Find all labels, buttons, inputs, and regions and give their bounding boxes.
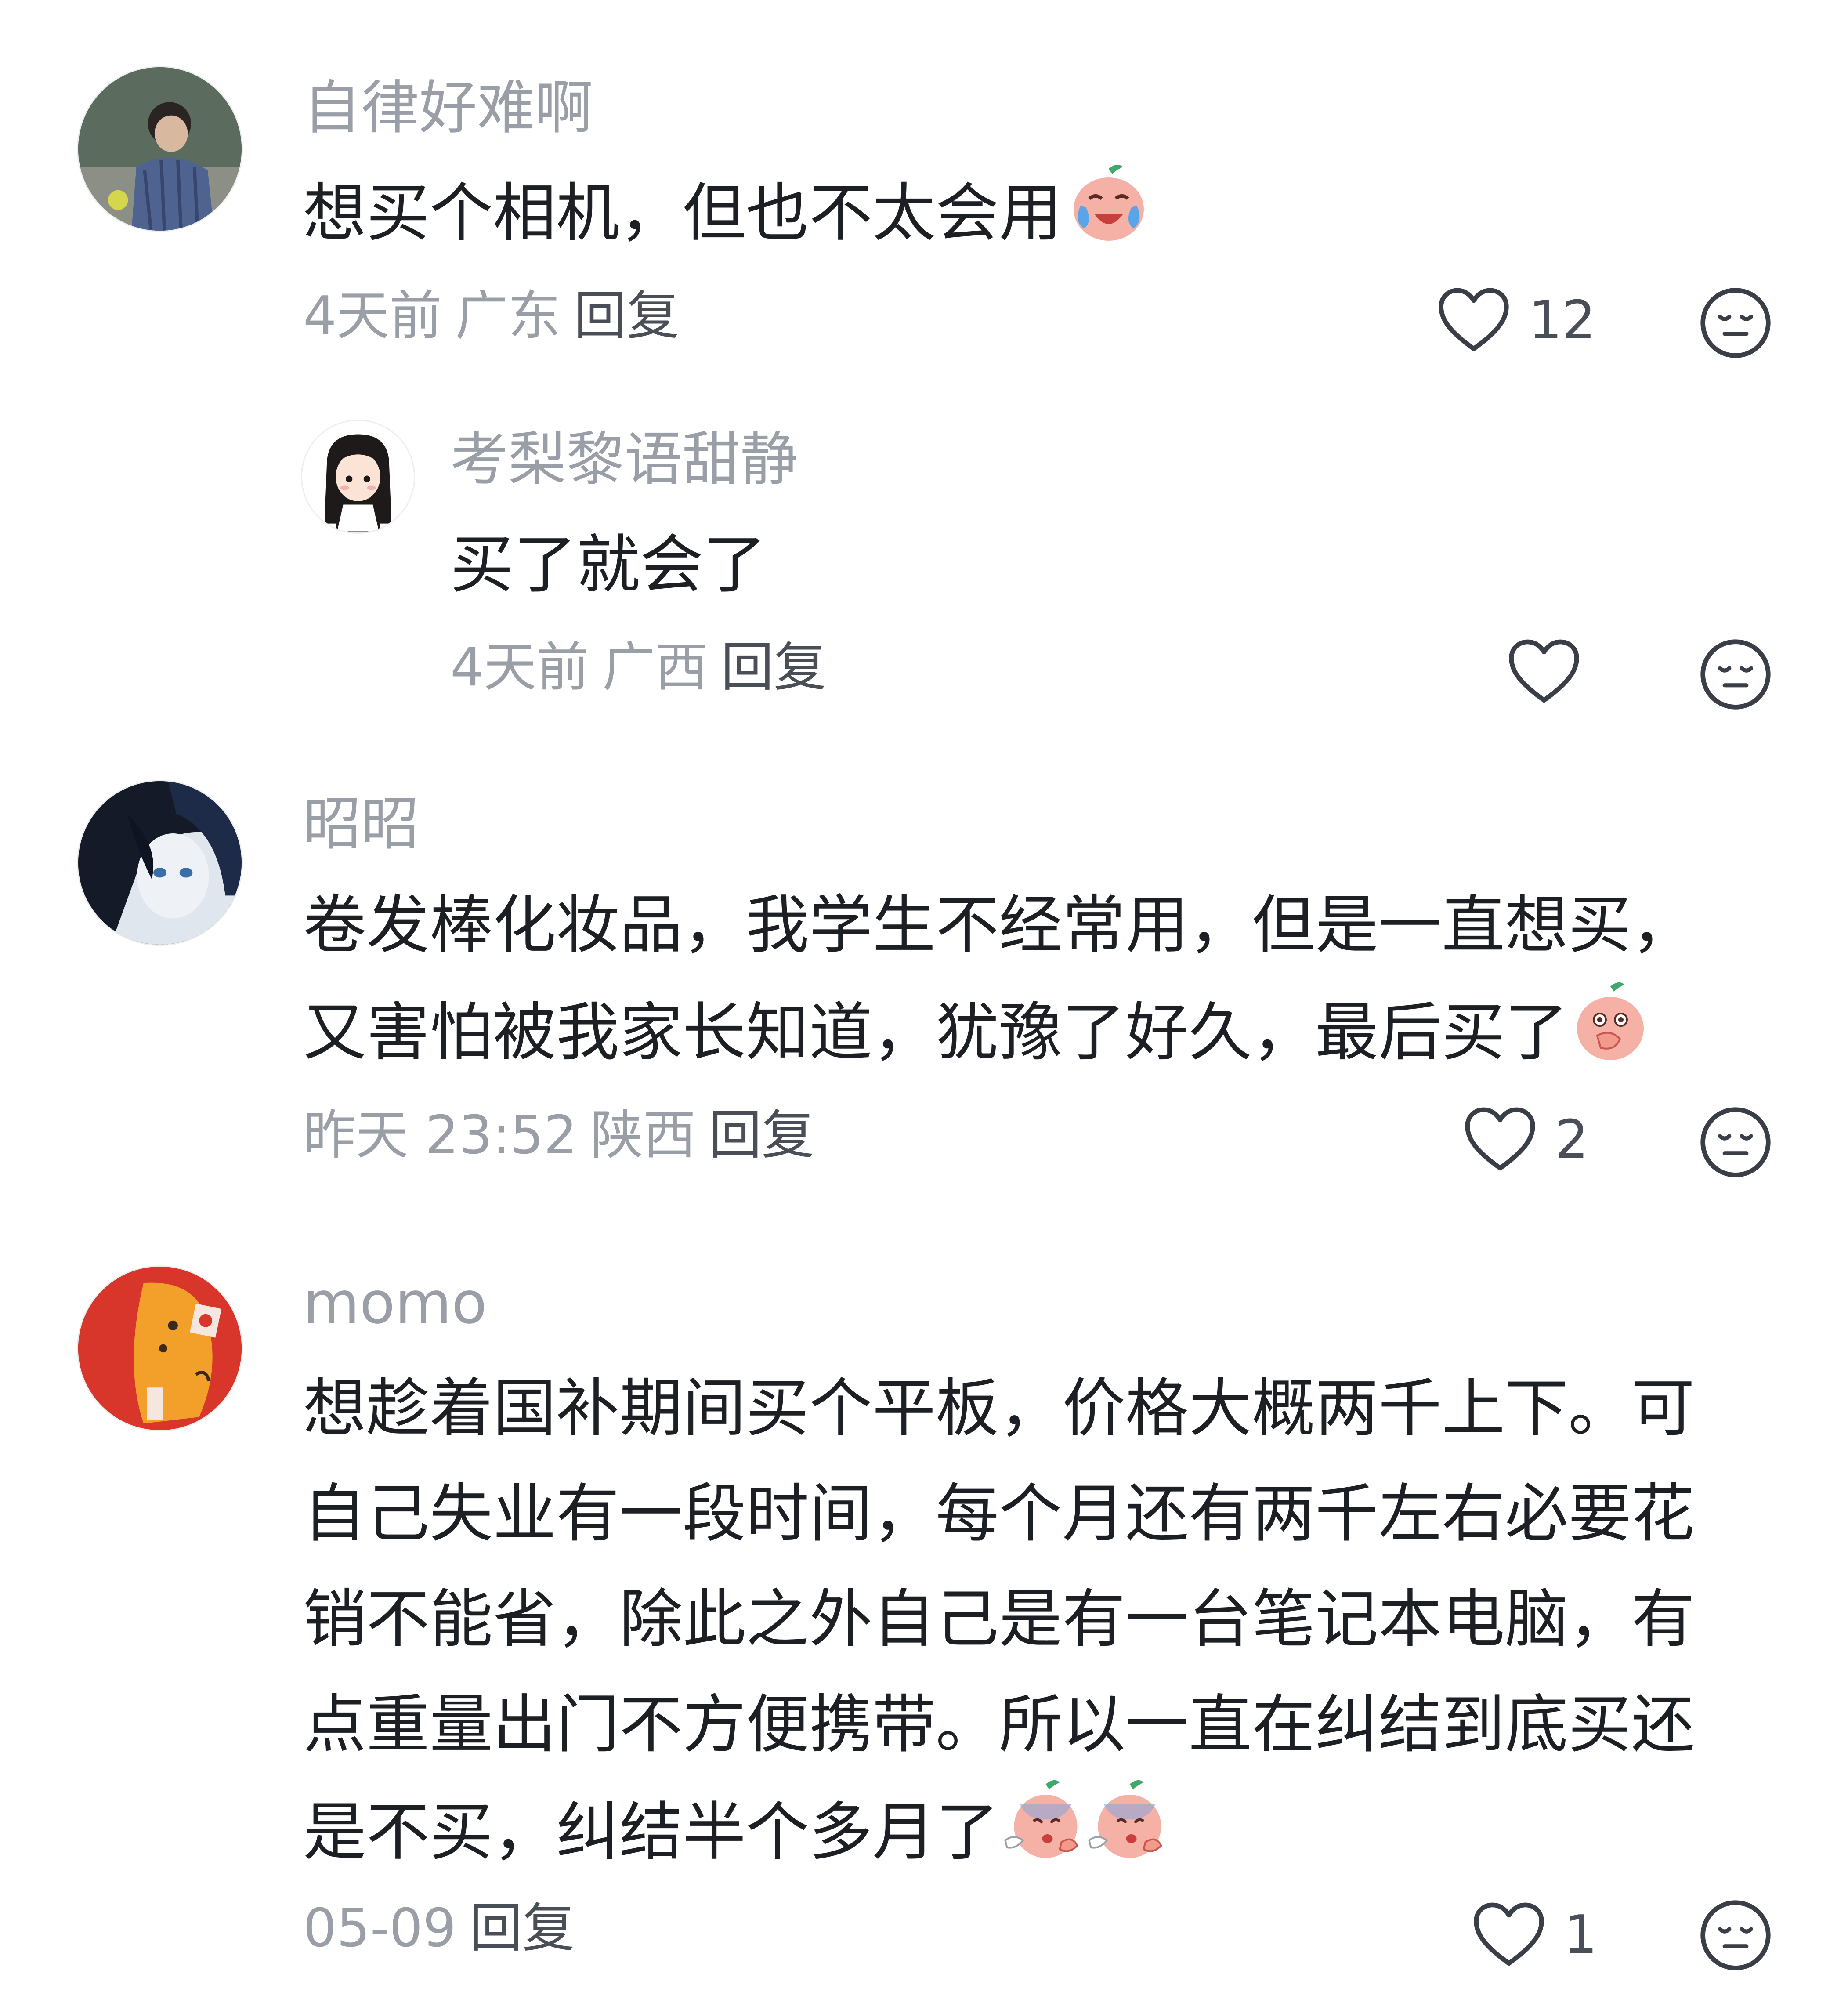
comment-text-body: 买了就会了 [450, 528, 767, 601]
heart-outline-icon [1474, 1902, 1544, 1966]
neutral-face-icon [1700, 639, 1771, 710]
reply-button[interactable]: 回复 [470, 1898, 575, 1959]
comment-time: 05-09 [303, 1898, 456, 1959]
comment-text: 买了就会了 [450, 512, 1724, 617]
dislike-button[interactable] [1698, 637, 1773, 712]
peach-sighing-emoji [1002, 1777, 1083, 1896]
crying-laughing-peach-emoji [1065, 158, 1153, 277]
like-count: 12 [1529, 290, 1596, 351]
comment-username[interactable]: momo [303, 1274, 487, 1332]
comment-location: 广西 [602, 637, 708, 698]
comment-text-body: 想趁着国补期间买个平板，价格大概两千上下。可自己失业有一段时间，每个月还有两千左… [303, 1371, 1695, 1869]
comment-meta: 4天前 广西 回复 [450, 641, 826, 694]
comment-text: 想趁着国补期间买个平板，价格大概两千上下。可自己失业有一段时间，每个月还有两千左… [303, 1355, 1753, 1896]
avatar-illustration [302, 421, 414, 532]
comment-text: 想买个相机，但也不太会用 [303, 158, 1753, 277]
comment-time: 4天前 [303, 286, 442, 347]
dislike-button[interactable] [1698, 286, 1773, 360]
like-button[interactable]: 12 [1436, 281, 1596, 360]
comment-text-body: 卷发棒化妆品，我学生不经常用，但是一直想买，又害怕被我家长知道，犹豫了好久，最后… [303, 888, 1695, 1069]
avatar[interactable] [77, 1265, 243, 1431]
avatar[interactable] [77, 66, 243, 232]
reply-button[interactable]: 回复 [574, 286, 679, 347]
avatar-photo [78, 67, 242, 231]
neutral-face-icon [1700, 1107, 1771, 1177]
like-count: 1 [1564, 1905, 1598, 1966]
peach-sighing-emoji [1085, 1777, 1167, 1896]
comment-username[interactable]: 自律好难啊 [303, 79, 593, 137]
avatar[interactable] [301, 420, 415, 534]
comment-time: 昨天 23:52 [303, 1105, 577, 1166]
avatar-illustration [78, 1267, 242, 1430]
comment-username[interactable]: 考梨黎语甜静 [450, 431, 798, 489]
comment-text: 卷发棒化妆品，我学生不经常用，但是一直想买，又害怕被我家长知道，犹豫了好久，最后… [303, 872, 1753, 1096]
heart-outline-icon [1509, 639, 1579, 703]
peach-covering-mouth-emoji [1571, 978, 1650, 1096]
comment-meta: 05-09 回复 [303, 1902, 575, 1955]
like-button[interactable] [1507, 633, 1599, 712]
comment-meta: 昨天 23:52 陕西 回复 [303, 1109, 814, 1162]
like-button[interactable]: 1 [1472, 1896, 1597, 1975]
comment-meta: 4天前 广东 回复 [303, 290, 679, 343]
neutral-face-icon [1700, 288, 1771, 358]
avatar-illustration [78, 781, 242, 945]
dislike-button[interactable] [1698, 1105, 1773, 1180]
comment-text-body: 想买个相机，但也不太会用 [303, 176, 1063, 250]
heart-outline-icon [1465, 1107, 1535, 1171]
comment-location: 陕西 [590, 1105, 696, 1166]
neutral-face-icon [1700, 1900, 1771, 1970]
like-button[interactable]: 2 [1463, 1101, 1588, 1180]
reply-button[interactable]: 回复 [721, 637, 826, 698]
heart-outline-icon [1439, 288, 1509, 351]
comment-username[interactable]: 昭昭 [303, 795, 419, 853]
like-count: 2 [1555, 1109, 1589, 1170]
comment-time: 4天前 [450, 637, 589, 698]
reply-button[interactable]: 回复 [709, 1105, 814, 1166]
dislike-button[interactable] [1698, 1898, 1773, 1973]
avatar[interactable] [77, 780, 243, 946]
comment-location: 广东 [455, 286, 561, 347]
